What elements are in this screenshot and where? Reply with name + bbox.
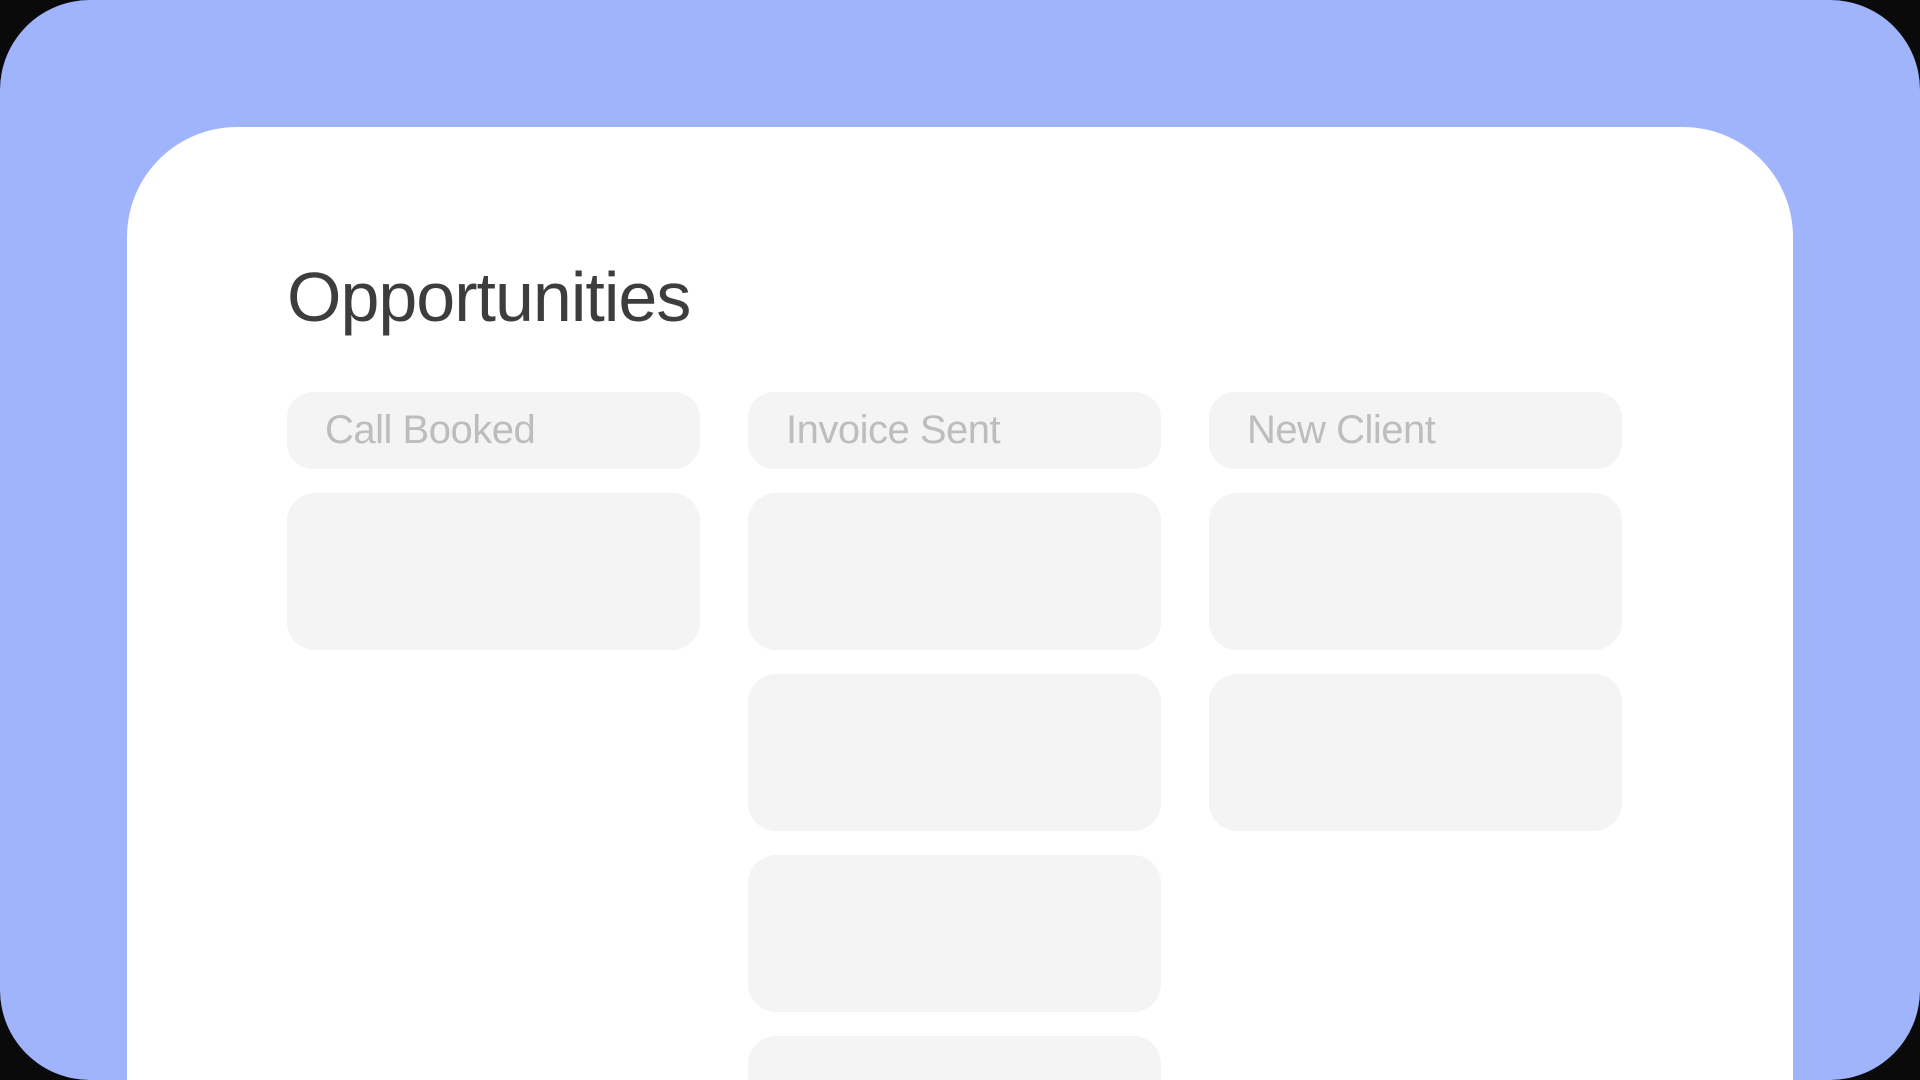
- kanban-card[interactable]: [748, 1036, 1161, 1080]
- column-new-client: New Client: [1209, 392, 1622, 1080]
- kanban-card[interactable]: [1209, 674, 1622, 831]
- main-panel: Opportunities Call Booked Invoice Sent N…: [127, 127, 1793, 1080]
- page-title: Opportunities: [287, 257, 1633, 337]
- column-header-new-client[interactable]: New Client: [1209, 392, 1622, 469]
- kanban-card[interactable]: [748, 855, 1161, 1012]
- column-header-call-booked[interactable]: Call Booked: [287, 392, 700, 469]
- kanban-card[interactable]: [748, 493, 1161, 650]
- column-header-invoice-sent[interactable]: Invoice Sent: [748, 392, 1161, 469]
- kanban-card[interactable]: [748, 674, 1161, 831]
- kanban-card[interactable]: [287, 493, 700, 650]
- kanban-card[interactable]: [1209, 493, 1622, 650]
- column-call-booked: Call Booked: [287, 392, 700, 1080]
- page-background: Opportunities Call Booked Invoice Sent N…: [0, 0, 1920, 1080]
- column-invoice-sent: Invoice Sent: [748, 392, 1161, 1080]
- kanban-board: Call Booked Invoice Sent New Client: [287, 392, 1633, 1080]
